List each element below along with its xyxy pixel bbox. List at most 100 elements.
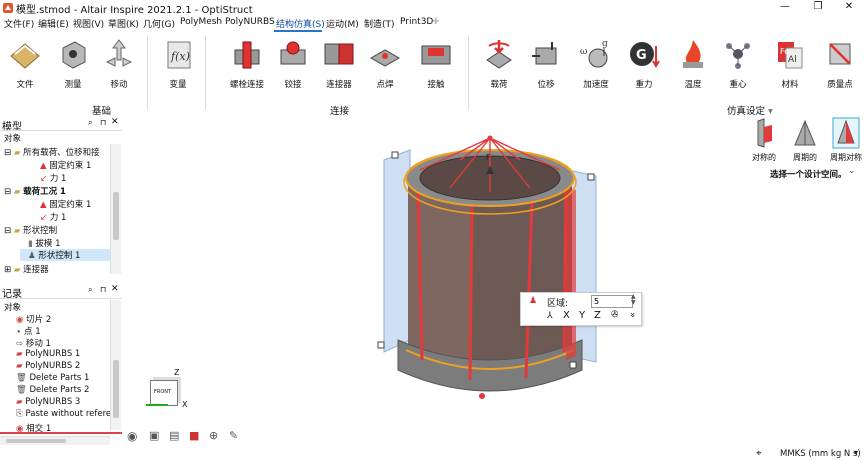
section-icon[interactable]: ▤	[169, 429, 179, 442]
pin-icon[interactable]: ⊓	[100, 285, 106, 294]
render-icon[interactable]: ■	[189, 429, 199, 442]
tree-row[interactable]: ⊟ ▰ 形状控制	[4, 224, 57, 236]
ribbon-material-button[interactable]: Al Fe 材料	[770, 36, 810, 90]
maximize-button[interactable]: ❐	[803, 0, 833, 15]
history-scrollbar-v[interactable]	[110, 300, 121, 430]
binoculars-icon[interactable]: ⌕	[88, 285, 92, 295]
history-scrollbar-h[interactable]	[0, 436, 110, 445]
expand-icon[interactable]: ⊞	[4, 265, 11, 275]
scrollbar-thumb[interactable]	[6, 439, 66, 443]
close-icon[interactable]: ✕	[111, 284, 119, 294]
menu-geometry[interactable]: 几何(G)	[143, 17, 175, 30]
history-item[interactable]: ∙ 点 1	[16, 325, 41, 337]
periodic-button[interactable]: 周期的	[788, 117, 822, 163]
camera-icon[interactable]: ▣	[149, 429, 159, 442]
axis-z-button[interactable]: Z	[594, 310, 601, 321]
view-cube[interactable]: Z X FRONT	[140, 368, 190, 410]
close-button[interactable]: ✕	[834, 0, 864, 15]
zoom-icon[interactable]: ⊕	[209, 429, 218, 442]
view-cube-face[interactable]: FRONT	[150, 380, 178, 406]
tree-row[interactable]: ↙ 力 1	[40, 172, 66, 184]
close-icon[interactable]: ✕	[111, 117, 119, 127]
tool-options-icon[interactable]: ✇	[611, 310, 619, 320]
ribbon-contact-button[interactable]: 接触	[416, 36, 456, 90]
history-label: PolyNURBS 1	[25, 349, 81, 359]
history-item[interactable]: ⇨ 移动 1	[16, 337, 51, 349]
menu-polymesh[interactable]: PolyMesh	[180, 17, 222, 27]
collapse-icon[interactable]: ⊟	[4, 148, 11, 158]
menu-polynurbs[interactable]: PolyNURBS	[225, 17, 275, 27]
ribbon-acceleration-button[interactable]: ωg 加速度	[576, 36, 616, 90]
add-tab-icon[interactable]: ✚	[432, 17, 440, 27]
axes-icon[interactable]: ⅄	[547, 311, 553, 321]
chevron-down-icon[interactable]: ⌄	[848, 166, 856, 176]
ribbon-load-button[interactable]: 载荷	[479, 36, 519, 90]
menu-edit[interactable]: 编辑(E)	[38, 17, 69, 30]
history-marker[interactable]	[0, 432, 122, 434]
ribbon-bolt-button[interactable]: 螺栓连接	[227, 36, 267, 90]
handle[interactable]	[569, 361, 577, 369]
history-item[interactable]: 🗑 Delete Parts 2	[16, 385, 89, 397]
scrollbar-thumb[interactable]	[113, 360, 119, 418]
ribbon-hinge-button[interactable]: 铰接	[273, 36, 313, 90]
minimize-button[interactable]: —	[770, 0, 800, 15]
tree-row[interactable]: ⊟ ▰ 载荷工况 1	[4, 185, 66, 197]
ribbon-center-of-mass-button[interactable]: 重心	[718, 36, 758, 90]
spinner-icon[interactable]: ▲ ▼	[631, 294, 636, 306]
symmetric-button[interactable]: 对称的	[748, 117, 780, 163]
history-item[interactable]: ▰ PolyNURBS 1	[16, 349, 80, 361]
ribbon-label: 温度	[684, 80, 702, 90]
ribbon-spotweld-button[interactable]: 点焊	[365, 36, 405, 90]
ribbon-temperature-button[interactable]: 温度	[673, 36, 713, 90]
tree-row[interactable]: ▲ 固定约束 1	[40, 159, 91, 171]
units-selector[interactable]: MMKS (mm kg N s)	[780, 449, 861, 459]
ribbon-move-button[interactable]: 移动	[99, 36, 139, 90]
tree-row[interactable]: ⊞ ▰ 连接器	[4, 263, 49, 275]
scrollbar-thumb[interactable]	[113, 192, 119, 240]
tree-row[interactable]: ▮ 拔模 1	[28, 237, 61, 249]
visibility-icon[interactable]: ◉	[127, 429, 137, 443]
tree-row[interactable]: ⊟ ▰ 所有载荷、位移和接	[4, 146, 100, 158]
ribbon-file-button[interactable]: 文件	[5, 36, 45, 90]
history-item[interactable]: ⎘ Paste without reference	[16, 409, 110, 421]
chevron-down-icon[interactable]: ▾	[854, 448, 858, 457]
cyclic-symmetric-button[interactable]: 周期对称	[828, 117, 864, 163]
history-item[interactable]: ▰ PolyNURBS 3	[16, 397, 80, 409]
viewport-model[interactable]: F	[370, 130, 610, 400]
temperature-icon	[683, 40, 703, 68]
handle[interactable]	[587, 173, 595, 181]
menu-structure-sim[interactable]: 结构仿真(S)	[276, 17, 325, 30]
axis-x-button[interactable]: X	[563, 310, 570, 321]
history-item[interactable]: ▰ PolyNURBS 2	[16, 361, 80, 373]
tree-row[interactable]: ↙ 力 1	[40, 211, 66, 223]
axis-y-button[interactable]: Y	[579, 310, 585, 321]
menu-motion[interactable]: 运动(M)	[326, 17, 359, 30]
binoculars-icon[interactable]: ⌕	[88, 118, 92, 128]
measure-tool-icon[interactable]: ✎	[229, 429, 238, 442]
menu-sketch[interactable]: 草图(K)	[108, 17, 139, 30]
collapse-icon[interactable]: ⊟	[4, 226, 11, 236]
region-input[interactable]	[591, 295, 633, 308]
more-icon[interactable]: »	[627, 312, 637, 318]
menu-file[interactable]: 文件(F)	[4, 17, 34, 30]
model-scrollbar[interactable]	[110, 144, 121, 274]
history-item[interactable]: 🗑 Delete Parts 1	[16, 373, 89, 385]
history-item[interactable]: ◉ 切片 2	[16, 313, 51, 325]
tree-row[interactable]: ▲ 固定约束 1	[40, 198, 91, 210]
snap-icon[interactable]: ⌖	[756, 448, 762, 459]
ribbon-mass-point-button[interactable]: 质量点	[820, 36, 860, 90]
ribbon-connector-button[interactable]: 连接器	[319, 36, 359, 90]
menu-manufacture[interactable]: 制造(T)	[364, 17, 395, 30]
handle[interactable]	[377, 341, 385, 349]
collapse-icon[interactable]: ⊟	[4, 187, 11, 197]
handle[interactable]	[391, 151, 399, 159]
chevron-down-icon[interactable]: ▾	[768, 106, 773, 117]
ribbon-measure-button[interactable]: 测量	[53, 36, 93, 90]
menu-print3d[interactable]: Print3D	[400, 17, 433, 27]
ribbon-gravity-button[interactable]: G 重力	[624, 36, 664, 90]
ribbon-variable-button[interactable]: f(x) 变量	[158, 36, 198, 90]
menu-view[interactable]: 视图(V)	[73, 17, 104, 30]
pin-icon[interactable]: ⊓	[100, 118, 106, 127]
ribbon-displacement-button[interactable]: 位移	[526, 36, 566, 90]
tree-row-selected[interactable]: ♟ 形状控制 1	[20, 249, 116, 261]
